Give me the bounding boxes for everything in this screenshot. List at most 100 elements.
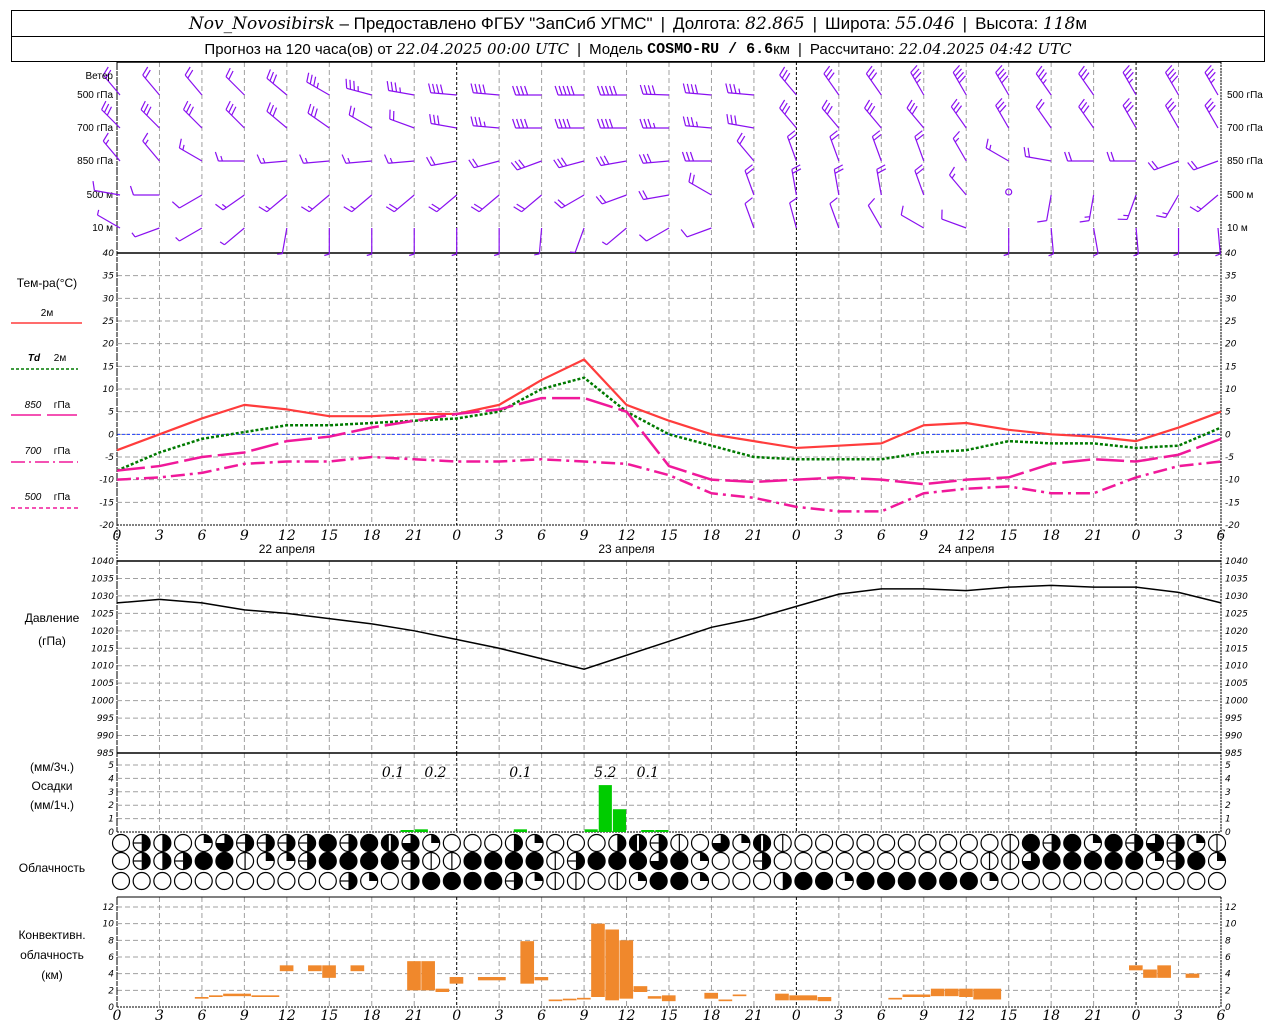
convective-bar [435, 988, 450, 992]
barb-feather [596, 85, 602, 96]
wind-barb [952, 64, 967, 96]
cloud-symbol [484, 871, 503, 891]
wind-barb [1122, 97, 1137, 129]
barb-feather [142, 132, 149, 142]
cloud-symbol [525, 833, 544, 853]
cloud-circle [484, 851, 503, 871]
pressure-ytick-left: 1020 [91, 627, 114, 637]
convective-xtick: 21 [404, 1008, 423, 1024]
cloud-fill [265, 834, 275, 852]
barb-feather [187, 69, 194, 79]
cloud-symbol [360, 871, 379, 891]
barb-feather [429, 114, 432, 124]
barb-feather [554, 85, 559, 96]
barb-feather [646, 153, 652, 163]
temp-xtick: 21 [1084, 528, 1103, 544]
barb-feather [225, 67, 231, 77]
barb-feather [349, 79, 352, 90]
barb-feather [512, 85, 517, 96]
barb-shaft [606, 227, 627, 246]
cloud-circle [1166, 871, 1185, 891]
precip-ytick-left: 0 [108, 828, 114, 838]
pressure-ytick-left: 1005 [91, 679, 114, 689]
cloud-symbol [422, 871, 441, 891]
cloud-symbol [318, 851, 337, 871]
wind-level-label-right: 10 м [1227, 223, 1248, 234]
barb-feather [215, 203, 224, 211]
convective-bar [449, 977, 464, 984]
precip-bar [513, 829, 527, 832]
precip-bar [641, 830, 655, 832]
cloud-symbol [939, 851, 958, 871]
cloud-circle [463, 851, 482, 871]
cloud-circle [587, 871, 606, 891]
cloud-circle [111, 851, 131, 871]
barb-feather [129, 185, 135, 196]
wind-barb [554, 118, 585, 129]
cloud-symbol [194, 871, 213, 891]
cloud-circle [1063, 851, 1082, 871]
precip-bar [655, 830, 669, 832]
cloud-circle [670, 871, 689, 891]
barb-feather [1023, 147, 1027, 157]
barb-feather [313, 108, 318, 118]
cloud-circle [1207, 871, 1227, 891]
cloud-symbol [752, 851, 772, 871]
wind-barb [1156, 194, 1180, 219]
cloud-circle [732, 851, 751, 871]
barb-half-feather [277, 253, 283, 255]
convective-ytick-right: 6 [1225, 953, 1231, 963]
barb-feather [1038, 102, 1045, 111]
barb-feather [266, 102, 271, 112]
temp-ytick-left: 15 [103, 362, 115, 372]
convective-bar [223, 993, 251, 997]
barb-half-feather [262, 157, 266, 164]
cloud-fill [1092, 834, 1102, 843]
barb-feather [651, 85, 656, 95]
convective-xtick: 0 [452, 1008, 461, 1024]
cloud-symbol [1187, 851, 1206, 871]
barb-feather [744, 197, 753, 205]
cloud-symbol [1001, 871, 1020, 891]
cloud-circle [442, 833, 461, 853]
cloud-fill [617, 834, 626, 852]
barb-feather [386, 81, 390, 91]
barb-feather [231, 106, 237, 116]
pressure-ytick-left: 1000 [91, 697, 114, 707]
barb-feather [353, 80, 355, 91]
wind-barb [941, 209, 967, 229]
cloud-symbol [422, 833, 441, 853]
barb-feather [826, 105, 833, 115]
cloud-circle [1042, 871, 1061, 891]
cloud-symbol [566, 851, 586, 871]
barb-feather [739, 135, 746, 145]
cloud-symbol [401, 851, 420, 871]
barb-feather [681, 151, 687, 162]
cloud-symbol [277, 851, 296, 871]
pressure-ytick-right: 1040 [1225, 557, 1248, 567]
barb-feather [184, 66, 191, 76]
cloud-symbol [752, 871, 772, 891]
cloud-circle [794, 833, 813, 853]
temp-ytick-left: 20 [103, 340, 115, 350]
cloud-circle [939, 871, 958, 891]
barb-feather [345, 78, 348, 89]
barb-shaft [646, 227, 670, 242]
cloud-circle [752, 871, 772, 891]
barb-shaft [179, 194, 203, 209]
barb-feather [225, 100, 231, 110]
barb-feather [431, 83, 436, 94]
cloud-circle [463, 833, 482, 853]
cloud-circle [1021, 871, 1040, 891]
cloud-symbol [504, 833, 524, 853]
wind-barb [639, 84, 670, 96]
barb-feather [140, 100, 146, 110]
convective-bar [619, 940, 634, 999]
cloud-circle [877, 833, 896, 853]
barb-shaft [1217, 227, 1221, 254]
temp-ytick-right: 35 [1225, 272, 1237, 282]
pressure-ytick-left: 1015 [91, 644, 114, 654]
wind-level-label-left: 700 гПа [77, 123, 113, 134]
precip-ytick-left: 2 [108, 801, 114, 811]
cloud-symbol [380, 833, 399, 853]
